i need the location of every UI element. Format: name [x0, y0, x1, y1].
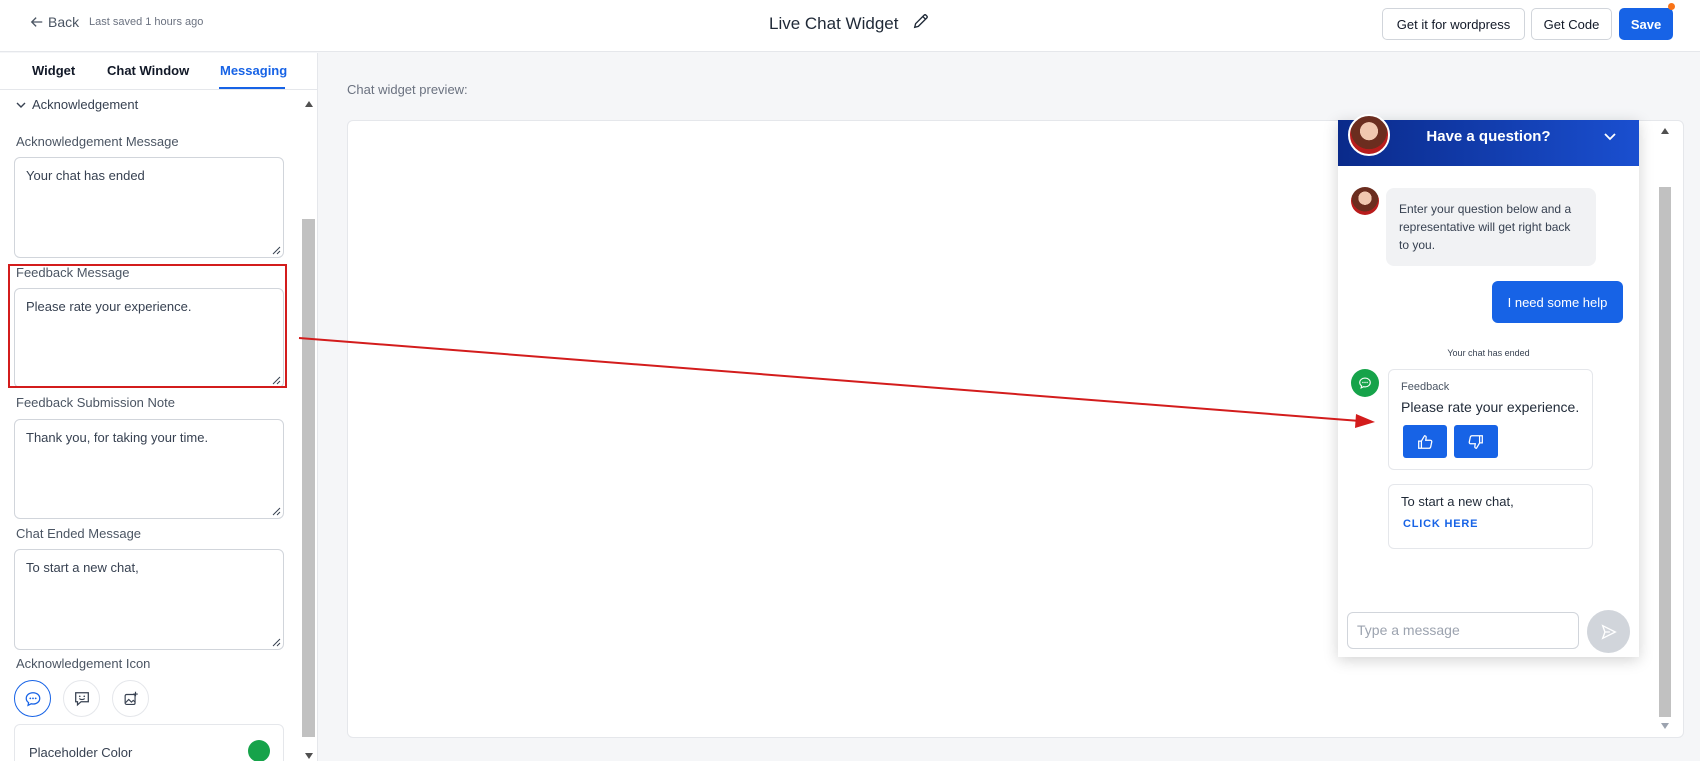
resize-grip-icon[interactable] — [272, 638, 281, 647]
widget-header[interactable]: Have a question? — [1338, 114, 1639, 166]
chat-widget-preview: Have a question? Enter your question bel… — [1338, 114, 1639, 657]
agent-avatar — [1351, 187, 1379, 215]
pencil-icon[interactable] — [912, 12, 930, 35]
chat-bubble-dots-icon — [1351, 369, 1379, 397]
active-tab-indicator — [219, 87, 285, 89]
panel-scrollbar[interactable] — [302, 97, 315, 761]
settings-panel: Widget Chat Window Messaging Acknowledge… — [0, 53, 318, 761]
chat-ended-notice: Your chat has ended — [1447, 348, 1530, 358]
preview-label: Chat widget preview: — [347, 82, 468, 97]
click-here-link[interactable]: CLICK HERE — [1403, 518, 1478, 530]
scrollbar-thumb[interactable] — [1659, 187, 1671, 717]
chat-bubble-dots-icon[interactable] — [14, 680, 51, 717]
ack-icon-options — [14, 680, 149, 717]
unsaved-indicator-dot — [1668, 3, 1675, 10]
scroll-down-arrow-icon[interactable] — [1661, 723, 1669, 729]
chevron-down-icon — [16, 102, 26, 108]
chevron-down-icon[interactable] — [1603, 129, 1617, 143]
ack-message-field[interactable]: Your chat has ended — [14, 157, 284, 258]
resize-grip-icon[interactable] — [272, 246, 281, 255]
scrollbar-thumb[interactable] — [302, 219, 315, 737]
top-bar: Back Last saved 1 hours ago Live Chat Wi… — [0, 0, 1700, 52]
resize-grip-icon[interactable] — [272, 507, 281, 516]
page-title: Live Chat Widget — [769, 13, 899, 33]
arrow-left-icon — [30, 17, 43, 27]
get-wordpress-button[interactable]: Get it for wordpress — [1382, 8, 1525, 40]
ack-icon-label: Acknowledgement Icon — [16, 656, 151, 671]
ack-message-label: Acknowledgement Message — [16, 134, 179, 149]
tab-messaging[interactable]: Messaging — [220, 63, 287, 78]
feedback-note-field[interactable]: Thank you, for taking your time. — [14, 419, 284, 519]
bot-message-bubble: Enter your question below and a represen… — [1386, 188, 1596, 266]
new-chat-card: To start a new chat, CLICK HERE — [1388, 484, 1593, 549]
save-button[interactable]: Save — [1619, 8, 1673, 40]
preview-scrollbar[interactable] — [1657, 124, 1673, 734]
last-saved-text: Last saved 1 hours ago — [89, 16, 204, 28]
user-message-bubble: I need some help — [1492, 281, 1623, 323]
color-swatch[interactable] — [248, 740, 270, 761]
send-button[interactable] — [1587, 610, 1630, 653]
back-label: Back — [48, 14, 80, 30]
scroll-down-arrow-icon[interactable] — [305, 753, 313, 759]
feedback-title: Feedback — [1401, 381, 1450, 393]
feedback-note-label: Feedback Submission Note — [16, 395, 175, 410]
feedback-highlight-box — [8, 264, 287, 388]
section-title: Acknowledgement — [32, 97, 139, 112]
feedback-message: Please rate your experience. — [1401, 399, 1580, 415]
image-add-icon[interactable] — [112, 680, 149, 717]
placeholder-color-label: Placeholder Color — [29, 745, 133, 760]
title-group: Live Chat Widget — [769, 12, 930, 35]
get-code-button[interactable]: Get Code — [1531, 8, 1612, 40]
acknowledgement-section-toggle[interactable]: Acknowledgement — [16, 97, 138, 112]
new-chat-text: To start a new chat, — [1401, 494, 1514, 509]
feedback-note-value: Thank you, for taking your time. — [26, 430, 209, 445]
tab-chat-window[interactable]: Chat Window — [107, 63, 189, 78]
back-button[interactable]: Back — [30, 14, 79, 30]
tab-widget[interactable]: Widget — [32, 63, 75, 78]
thumbs-down-button[interactable] — [1454, 425, 1498, 458]
feedback-card: Feedback Please rate your experience. — [1388, 369, 1593, 470]
chat-ended-field[interactable]: To start a new chat, — [14, 549, 284, 650]
chat-ended-label: Chat Ended Message — [16, 526, 142, 541]
thumbs-up-icon — [1418, 434, 1433, 449]
placeholder-color-row[interactable]: Placeholder Color — [14, 724, 284, 761]
thumbs-down-icon — [1468, 434, 1483, 449]
scroll-up-arrow-icon[interactable] — [305, 101, 313, 107]
send-icon — [1600, 623, 1617, 640]
thumbs-up-button[interactable] — [1403, 425, 1447, 458]
tab-bar: Widget Chat Window Messaging — [0, 53, 317, 90]
scroll-up-arrow-icon[interactable] — [1661, 128, 1669, 134]
ack-message-value: Your chat has ended — [26, 168, 145, 183]
chat-bubble-smile-icon[interactable] — [63, 680, 100, 717]
widget-title: Have a question? — [1426, 128, 1551, 145]
chat-ended-value: To start a new chat, — [26, 560, 139, 575]
message-input[interactable]: Type a message — [1347, 612, 1579, 649]
